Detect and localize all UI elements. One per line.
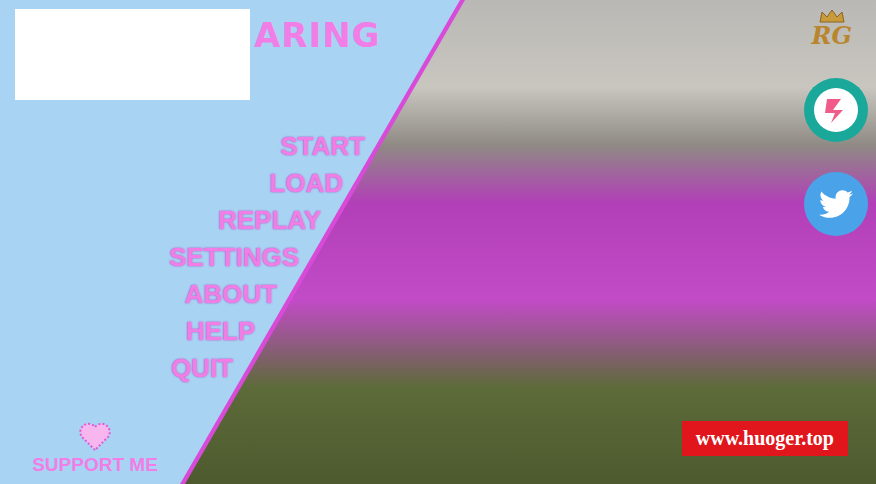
menu-item[interactable]: QUIT bbox=[171, 352, 233, 385]
twitter-icon bbox=[819, 187, 853, 221]
patreon-icon bbox=[813, 87, 859, 133]
menu-item[interactable]: SETTINGS bbox=[169, 241, 299, 274]
menu-item[interactable]: START bbox=[280, 130, 365, 163]
menu-item[interactable]: REPLAY bbox=[218, 204, 321, 237]
logo-text: RG bbox=[812, 24, 852, 48]
crown-icon bbox=[818, 8, 846, 24]
studio-logo: RG bbox=[812, 8, 852, 48]
menu-item[interactable]: ABOUT bbox=[185, 278, 277, 311]
support-button[interactable]: SUPPORT ME bbox=[15, 422, 175, 476]
watermark: www.huoger.top bbox=[682, 421, 848, 456]
title-screen: ARING START LOAD REPLAY SETTINGS ABOUT HELP QUI… bbox=[0, 0, 876, 484]
heart-icon bbox=[78, 422, 112, 452]
menu-item[interactable]: LOAD bbox=[269, 167, 343, 200]
menu-item[interactable]: HELP bbox=[186, 315, 255, 348]
patreon-button[interactable] bbox=[804, 78, 868, 142]
game-title: ARING bbox=[254, 9, 381, 55]
cover-box bbox=[15, 9, 250, 100]
right-overlay: RG www.huoger.top bbox=[596, 0, 876, 484]
twitter-button[interactable] bbox=[804, 172, 868, 236]
support-label: SUPPORT ME bbox=[32, 454, 158, 476]
